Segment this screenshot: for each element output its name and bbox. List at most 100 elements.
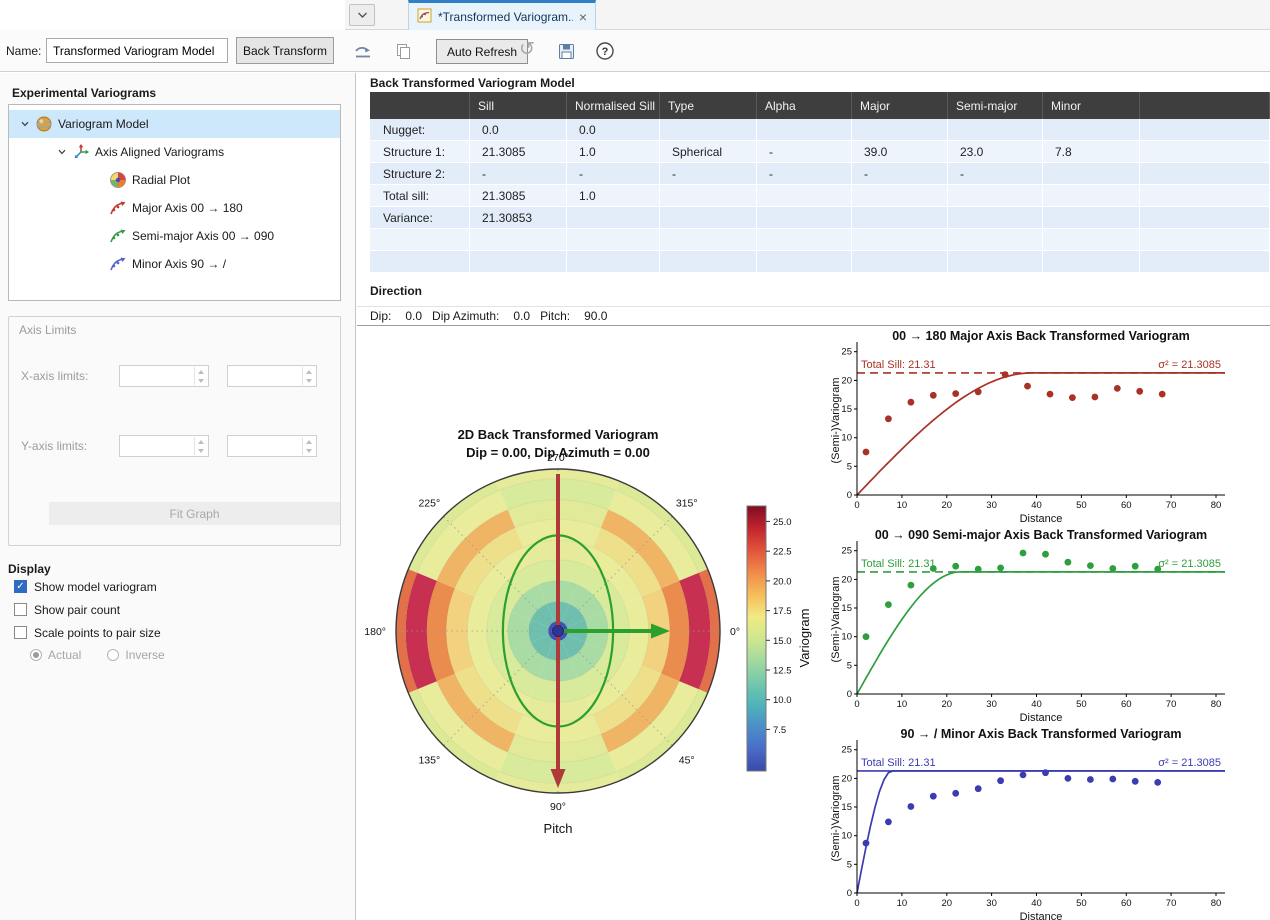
tree-expander-icon[interactable]: [17, 119, 33, 129]
back-transformed-model-header: Back Transformed Variogram Model: [370, 76, 575, 90]
checked-checkbox-icon[interactable]: ✓: [14, 580, 27, 593]
table-cell: Total sill:: [370, 185, 470, 206]
copy-icon[interactable]: [390, 39, 416, 63]
table-header-cell: Major: [852, 92, 948, 119]
table-cell: [757, 251, 852, 272]
table-row: [370, 251, 1270, 273]
semi-major-axis-chart[interactable]: 00 → 090 Semi-major Axis Back Transforme…: [830, 525, 1270, 724]
checkbox-show-model-variogram[interactable]: ✓ Show model variogram: [14, 579, 161, 594]
fit-graph-button: Fit Graph: [49, 502, 340, 525]
radial-plot-chart[interactable]: 2D Back Transformed VariogramDip = 0.00,…: [357, 326, 830, 920]
radial-plot-icon: [109, 171, 127, 189]
svg-text:σ² = 21.3085: σ² = 21.3085: [1158, 558, 1221, 570]
tab-transformed-variogram[interactable]: *Transformed Variogram... ×: [408, 0, 596, 30]
table-cell: 21.3085: [470, 185, 567, 206]
table-header-row: SillNormalised SillTypeAlphaMajorSemi-ma…: [370, 92, 1270, 119]
svg-text:σ² = 21.3085: σ² = 21.3085: [1158, 359, 1221, 371]
table-cell: [948, 229, 1043, 250]
table-cell: Structure 2:: [370, 163, 470, 184]
checkbox-label: Show model variogram: [34, 580, 157, 594]
table-cell: [660, 229, 757, 250]
svg-text:0: 0: [854, 898, 859, 909]
checkbox-scale-points-to-pair-size[interactable]: Scale points to pair size: [14, 625, 161, 640]
svg-text:17.5: 17.5: [773, 606, 792, 617]
svg-text:5: 5: [847, 461, 852, 472]
tree-item-variogram-model[interactable]: Variogram Model: [9, 110, 340, 138]
table-cell: [567, 251, 660, 272]
name-input[interactable]: [46, 38, 228, 63]
svg-text:20: 20: [841, 375, 852, 386]
window-list-button[interactable]: [349, 4, 375, 26]
svg-text:70: 70: [1166, 699, 1177, 710]
back-transform-button[interactable]: Back Transform: [236, 37, 334, 64]
tree-item-label: Semi-major Axis 00 → 090: [132, 229, 274, 243]
tab-close-icon[interactable]: ×: [579, 10, 587, 24]
svg-text:80: 80: [1211, 500, 1222, 511]
table-cell: [852, 185, 948, 206]
pitch-value: 90.0: [584, 309, 607, 323]
tree-item-axis-aligned-variograms[interactable]: Axis Aligned Variograms: [9, 138, 340, 166]
checkbox-show-pair-count[interactable]: Show pair count: [14, 602, 161, 617]
svg-text:20: 20: [841, 773, 852, 784]
table-row: Nugget:0.00.0: [370, 119, 1270, 141]
minor-axis-chart[interactable]: 90 → / Minor Axis Back Transformed Vario…: [830, 724, 1270, 920]
axis-charts-column: 00 → 180 Major Axis Back Transformed Var…: [830, 326, 1270, 920]
tree-item-semi-major-axis-00-090[interactable]: Semi-major Axis 00 → 090: [9, 222, 340, 250]
table-cell: [1043, 119, 1140, 140]
undo-icon[interactable]: ↺: [514, 37, 540, 61]
unchecked-checkbox-icon[interactable]: [14, 603, 27, 616]
table-cell: Structure 1:: [370, 141, 470, 162]
axis-limits-title: Axis Limits: [19, 323, 76, 337]
help-icon[interactable]: ?: [592, 39, 618, 63]
table-cell: [567, 229, 660, 250]
svg-text:00 → 090 Semi-major Axis Back: 00 → 090 Semi-major Axis Back Transforme…: [875, 528, 1207, 542]
table-cell: [1043, 229, 1140, 250]
table-cell: [1043, 185, 1140, 206]
svg-text:0: 0: [847, 490, 852, 501]
svg-text:12.5: 12.5: [773, 666, 792, 677]
x-axis-limits-label: X-axis limits:: [21, 369, 88, 383]
major-axis-chart[interactable]: 00 → 180 Major Axis Back Transformed Var…: [830, 326, 1270, 525]
tree-item-radial-plot[interactable]: Radial Plot: [9, 166, 340, 194]
table-cell: 23.0: [948, 141, 1043, 162]
forward-arrow-icon[interactable]: [350, 39, 376, 63]
table-cell: 21.30853: [470, 207, 567, 228]
svg-text:50: 50: [1076, 898, 1087, 909]
table-cell: Spherical: [660, 141, 757, 162]
variogram-model-icon: [35, 115, 53, 133]
dip-azimuth-value: 0.0: [513, 309, 530, 323]
table-cell: [1140, 207, 1270, 228]
right-panel: Back Transformed Variogram Model SillNor…: [357, 73, 1270, 920]
tree-item-major-axis-00-180[interactable]: Major Axis 00 → 180: [9, 194, 340, 222]
svg-text:45°: 45°: [679, 755, 695, 767]
tree-item-label: Axis Aligned Variograms: [95, 145, 224, 159]
svg-text:50: 50: [1076, 500, 1087, 511]
svg-text:70: 70: [1166, 898, 1177, 909]
chevron-down-icon: [357, 11, 368, 19]
svg-text:90 → / Minor Axis Back Transfo: 90 → / Minor Axis Back Transformed Vario…: [901, 727, 1182, 741]
tree-expander-icon[interactable]: [54, 147, 70, 157]
svg-text:80: 80: [1211, 898, 1222, 909]
table-header-cell: [1140, 92, 1270, 119]
tree-item-minor-axis-90[interactable]: Minor Axis 90 → /: [9, 250, 340, 278]
svg-text:225°: 225°: [418, 497, 440, 509]
unchecked-checkbox-icon[interactable]: [14, 626, 27, 639]
svg-text:?: ?: [602, 46, 609, 58]
table-cell: [660, 185, 757, 206]
minor-axis-icon: [109, 255, 127, 273]
direction-header: Direction: [370, 284, 422, 298]
y-axis-min-input: [119, 435, 209, 457]
table-cell: 0.0: [567, 119, 660, 140]
table-cell: -: [470, 163, 567, 184]
save-icon[interactable]: [553, 39, 579, 63]
radio-icon: [30, 649, 42, 661]
tab-bar: *Transformed Variogram... ×: [0, 0, 1270, 30]
experimental-variograms-header: Experimental Variograms: [12, 86, 156, 100]
table-cell: [1140, 229, 1270, 250]
svg-text:10: 10: [841, 433, 852, 444]
svg-text:20: 20: [942, 699, 953, 710]
variogram-document-icon: [417, 8, 432, 26]
svg-text:0: 0: [847, 689, 852, 700]
table-cell: [567, 207, 660, 228]
table-cell: Variance:: [370, 207, 470, 228]
